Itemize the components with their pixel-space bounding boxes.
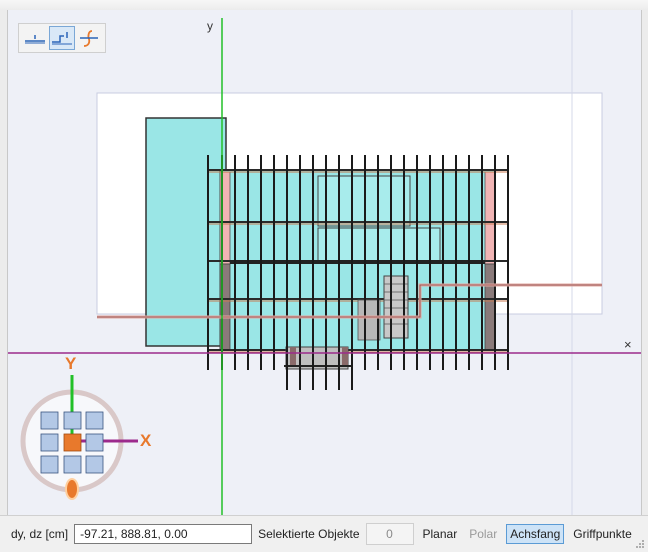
left-border — [0, 10, 8, 515]
frame-right — [484, 171, 496, 265]
resize-grip-icon[interactable] — [635, 539, 645, 549]
compass-x-label: X — [140, 431, 152, 450]
coord-label: dy, dz [cm] — [11, 527, 69, 541]
ground-level-icon — [24, 35, 45, 44]
entrance-post-left — [290, 347, 296, 367]
compass-y-label: Y — [65, 354, 77, 373]
section-curve-button[interactable] — [76, 26, 102, 50]
selected-objects-count: 0 — [365, 523, 414, 545]
drawing-viewport[interactable]: y × Y X — [8, 10, 641, 515]
storey-step-button[interactable] — [48, 26, 75, 50]
column-right — [484, 263, 496, 351]
axis-snap-toggle[interactable]: Achsfang — [506, 524, 565, 544]
navigation-compass[interactable] — [20, 375, 138, 500]
coordinate-input[interactable] — [74, 524, 253, 544]
close-view-icon[interactable]: × — [624, 337, 632, 352]
polar-toggle[interactable]: Polar — [466, 524, 500, 544]
drawing-canvas[interactable] — [8, 10, 641, 515]
y-axis-label: y — [207, 19, 213, 33]
planar-toggle[interactable]: Planar — [420, 524, 461, 544]
compass-flame-icon — [65, 478, 79, 500]
entrance-post-right — [342, 347, 348, 367]
grip-points-toggle[interactable]: Griffpunkte — [570, 524, 634, 544]
glass-panel-left — [145, 117, 227, 347]
app-window: y × Y X dy, dz [cm] Selektierte Objekte … — [0, 0, 648, 552]
section-curve-icon — [80, 30, 99, 47]
status-bar: dy, dz [cm] Selektierte Objekte 0 Planar… — [0, 515, 648, 552]
right-border — [641, 10, 648, 515]
compass-center-tile — [63, 433, 82, 452]
ground-level-button[interactable] — [22, 26, 48, 50]
storey-step-icon — [51, 32, 72, 45]
dark-band — [230, 260, 485, 264]
selected-objects-label: Selektierte Objekte — [258, 527, 360, 541]
view-toolbar — [18, 23, 106, 53]
stair-landing — [357, 299, 381, 341]
